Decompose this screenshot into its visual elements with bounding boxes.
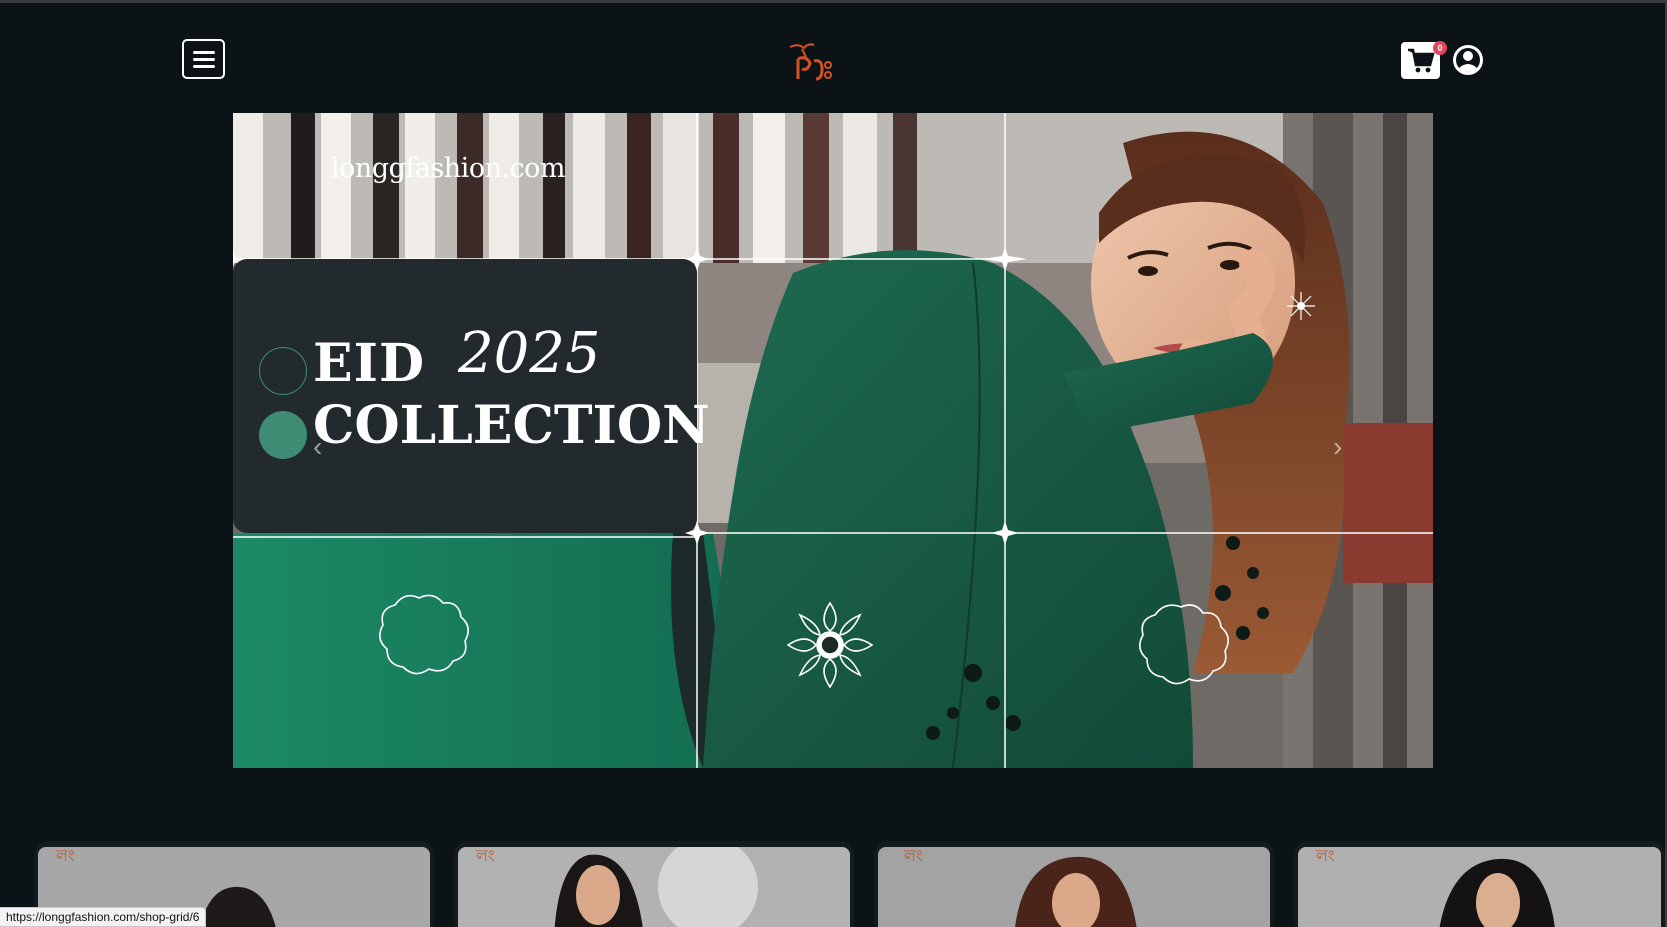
product-card[interactable]: লং — [874, 841, 1274, 927]
product-image: লং — [458, 847, 850, 927]
hero-banner-carousel[interactable]: longgfashion.com EID 2025 COLLECTION ‹ › — [233, 113, 1433, 768]
product-logo: লং — [55, 847, 75, 865]
hamburger-menu-button[interactable] — [182, 39, 225, 79]
product-photo: লং — [458, 847, 850, 927]
product-grid: লং লং লং লং — [0, 841, 1665, 927]
product-logo: লং — [903, 847, 923, 865]
product-photo: লং — [1298, 847, 1661, 927]
product-photo: লং — [878, 847, 1270, 927]
carousel-prev-arrow-icon[interactable]: ‹ — [313, 433, 322, 461]
product-card[interactable]: লং — [454, 841, 854, 927]
menu-line-icon — [192, 57, 215, 61]
menu-line-icon — [192, 50, 215, 54]
user-account-button[interactable] — [1452, 44, 1484, 76]
product-image: লং — [878, 847, 1270, 927]
site-header: 0 — [0, 3, 1665, 113]
carousel-next-arrow-icon[interactable]: › — [1333, 433, 1342, 461]
hero-title-line2: COLLECTION — [313, 395, 710, 456]
product-image: লং — [1298, 847, 1661, 927]
logo-icon — [789, 43, 832, 81]
cart-count-badge: 0 — [1433, 41, 1447, 55]
user-profile-icon — [1453, 45, 1483, 75]
hero-site-url: longgfashion.com — [331, 153, 566, 184]
menu-line-icon — [192, 64, 215, 68]
product-logo: লং — [475, 847, 495, 865]
browser-status-bar-url: https://longgfashion.com/shop-grid/6 — [0, 907, 207, 927]
site-logo[interactable] — [784, 39, 836, 89]
product-card[interactable]: লং — [1294, 841, 1665, 927]
hero-year: 2025 — [458, 321, 601, 386]
hero-title-line1: EID — [313, 333, 426, 394]
shopping-cart-icon — [1407, 48, 1435, 72]
outline-circle-decoration — [259, 347, 307, 395]
product-logo: লং — [1315, 847, 1335, 865]
filled-circle-decoration — [259, 411, 307, 459]
